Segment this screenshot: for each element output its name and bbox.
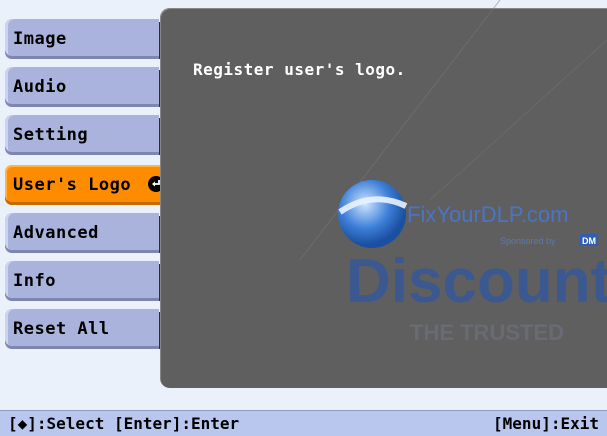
menu-item-label: Info bbox=[13, 271, 56, 291]
menu-item-label: User's Logo bbox=[13, 175, 132, 195]
menu-item-audio[interactable]: Audio bbox=[5, 67, 165, 107]
menu-item-users-logo[interactable]: User's Logo bbox=[5, 165, 171, 205]
menu-item-image[interactable]: Image bbox=[5, 19, 165, 59]
status-help-right: [Menu]:Exit bbox=[493, 414, 599, 433]
description-text: Register user's logo. bbox=[193, 60, 406, 79]
menu-item-label: Advanced bbox=[13, 223, 99, 243]
menu-item-setting[interactable]: Setting bbox=[5, 115, 165, 155]
status-bar: [◆]:Select [Enter]:Enter [Menu]:Exit bbox=[0, 410, 607, 436]
menu-item-label: Setting bbox=[13, 125, 89, 145]
status-help-left: [◆]:Select [Enter]:Enter bbox=[8, 414, 240, 433]
menu-item-reset-all[interactable]: Reset All bbox=[5, 309, 165, 349]
main-menu: Image Audio Setting User's Logo Advanced… bbox=[0, 0, 172, 400]
menu-item-label: Audio bbox=[13, 77, 67, 97]
content-panel: Register user's logo. bbox=[160, 8, 607, 388]
menu-item-label: Image bbox=[13, 29, 67, 49]
menu-item-info[interactable]: Info bbox=[5, 261, 165, 301]
menu-item-advanced[interactable]: Advanced bbox=[5, 213, 165, 253]
menu-item-label: Reset All bbox=[13, 319, 110, 339]
